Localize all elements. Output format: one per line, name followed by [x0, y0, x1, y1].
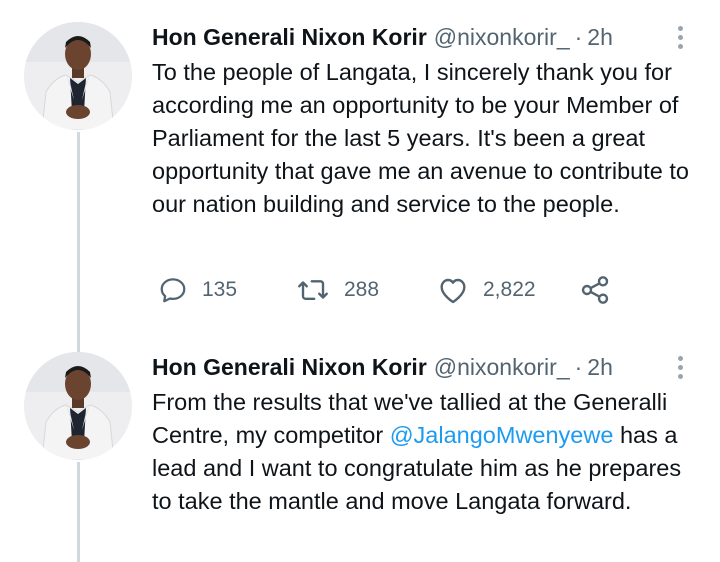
author-handle[interactable]: @nixonkorir_: [434, 20, 570, 54]
like-count: 2,822: [483, 278, 536, 301]
heart-icon: [440, 278, 466, 304]
author-handle[interactable]: @nixonkorir_: [434, 350, 570, 384]
tweet[interactable]: Hon Generali Nixon Korir @nixonkorir_ · …: [0, 350, 720, 562]
tweet-header: Hon Generali Nixon Korir @nixonkorir_ · …: [152, 350, 613, 384]
tweet-text: To the people of Langata, I sincerely th…: [152, 59, 689, 217]
share-icon: [581, 276, 609, 304]
retweet-button[interactable]: 288: [296, 270, 379, 310]
share-button[interactable]: [579, 270, 611, 310]
tweet[interactable]: Hon Generali Nixon Korir @nixonkorir_ · …: [0, 20, 720, 320]
avatar-image: [24, 22, 132, 130]
mention-link[interactable]: @JalangoMwenyewe: [390, 422, 614, 448]
author-name[interactable]: Hon Generali Nixon Korir: [152, 350, 427, 384]
retweet-icon: [298, 280, 328, 300]
avatar-image: [24, 352, 132, 460]
timestamp[interactable]: 2h: [587, 20, 613, 54]
avatar[interactable]: [24, 352, 132, 460]
more-options-icon[interactable]: [672, 352, 688, 382]
reply-icon: [160, 278, 186, 303]
tweet-header: Hon Generali Nixon Korir @nixonkorir_ · …: [152, 20, 613, 54]
more-options-icon[interactable]: [672, 22, 688, 52]
separator: ·: [574, 354, 583, 380]
separator: ·: [574, 24, 583, 50]
like-button[interactable]: 2,822: [437, 270, 536, 310]
timestamp[interactable]: 2h: [587, 350, 613, 384]
tweet-actions: 135 288 2,822: [0, 270, 720, 310]
reply-count: 135: [202, 278, 238, 301]
tweet-text: From the results that we've tallied at t…: [152, 386, 692, 518]
reply-button[interactable]: 135: [158, 270, 237, 310]
retweet-count: 288: [344, 278, 380, 301]
avatar[interactable]: [24, 22, 132, 130]
author-name[interactable]: Hon Generali Nixon Korir: [152, 20, 427, 54]
